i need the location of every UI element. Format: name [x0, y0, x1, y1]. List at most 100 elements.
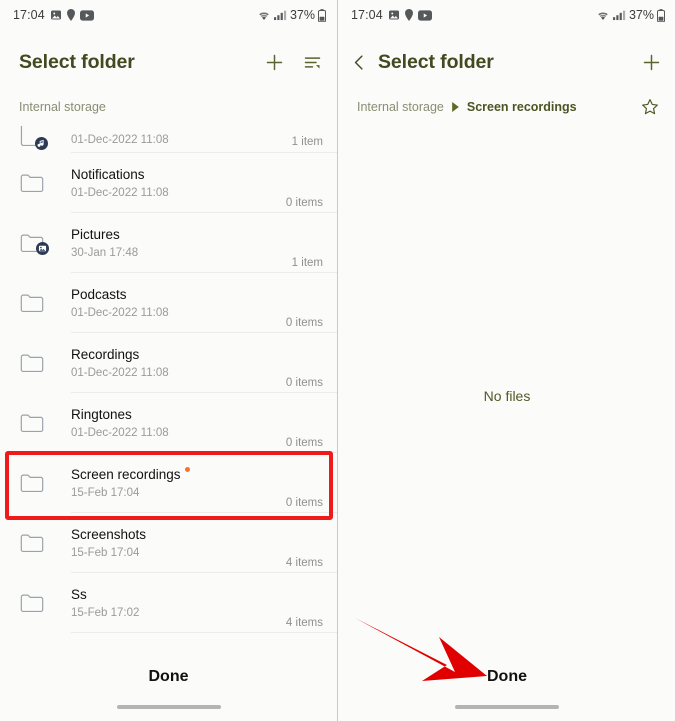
app-bar-actions-left [264, 52, 323, 73]
folder-icon [19, 170, 62, 196]
folder-list-left[interactable]: 01-Dec-2022 11:08 1 item Notifications 0… [0, 122, 337, 633]
folder-item-count: 0 items [285, 317, 323, 329]
list-item[interactable]: Ringtones 01-Dec-2022 11:08 0 items [0, 393, 337, 453]
folder-icon [19, 590, 62, 616]
status-bar-left-group: 17:04 [13, 8, 94, 22]
add-folder-icon[interactable] [264, 52, 285, 73]
breadcrumb-current[interactable]: Screen recordings [467, 100, 577, 114]
status-bar-right-group-right: 37% [596, 8, 665, 22]
row-divider [71, 632, 337, 633]
breadcrumb-parent[interactable]: Internal storage [357, 100, 444, 114]
page-title-right: Select folder [378, 50, 494, 73]
folder-date: 01-Dec-2022 11:08 [71, 426, 169, 439]
status-bar-right: 17:04 37% [338, 0, 675, 30]
folder-item-count: 4 items [285, 557, 323, 569]
status-bar-left: 17:04 37% [0, 0, 337, 30]
app-bar-actions-right [641, 52, 662, 73]
list-item-text: Ss 15-Feb 17:02 [62, 586, 278, 621]
add-folder-icon[interactable] [641, 52, 662, 73]
battery-icon [657, 8, 665, 22]
folder-item-count: 4 items [285, 617, 323, 629]
folder-name: Screenshots [71, 526, 147, 542]
storage-label-row: Internal storage [0, 92, 337, 122]
gallery-icon [50, 9, 62, 21]
folder-icon [19, 290, 62, 316]
bottom-bar-left: Done [0, 655, 337, 721]
battery-percent-label: 37% [628, 8, 654, 22]
list-item[interactable]: Notifications 01-Dec-2022 11:08 0 items [0, 153, 337, 213]
folder-image-icon [19, 230, 62, 256]
list-item[interactable]: Screenshots 15-Feb 17:04 4 items [0, 513, 337, 573]
folder-name: Notifications [71, 166, 145, 182]
signal-icon [273, 9, 287, 21]
folder-item-count: 1 item [291, 136, 323, 148]
location-pin-icon [66, 9, 75, 21]
folder-date: 15-Feb 17:04 [71, 546, 140, 559]
folder-item-count: 0 items [285, 377, 323, 389]
folder-item-count: 0 items [285, 437, 323, 449]
folder-item-count: 1 item [291, 257, 323, 269]
wifi-icon [596, 9, 610, 21]
chevron-left-icon[interactable] [350, 53, 369, 72]
folder-date: 01-Dec-2022 11:08 [71, 134, 169, 146]
star-outline-icon[interactable] [640, 97, 660, 117]
wifi-icon [257, 9, 271, 21]
page-title-left: Select folder [19, 50, 135, 73]
app-bar-left: Select folder [0, 38, 337, 86]
signal-icon [612, 9, 626, 21]
folder-name: Pictures [71, 226, 120, 242]
folder-date: 01-Dec-2022 11:08 [71, 186, 169, 199]
empty-state-message: No files [483, 388, 531, 404]
list-item-text: Recordings 01-Dec-2022 11:08 [62, 346, 278, 381]
battery-icon [318, 8, 326, 22]
youtube-icon [79, 9, 94, 21]
triangle-right-icon [451, 102, 460, 112]
list-item[interactable]: Ss 15-Feb 17:02 4 items [0, 573, 337, 633]
folder-date: 15-Feb 17:02 [71, 606, 140, 619]
bottom-bar-right: Done [338, 655, 675, 721]
screenshot-stage: 17:04 37% Select folder Internal storage… [0, 0, 675, 721]
folder-date: 15-Feb 17:04 [71, 486, 140, 499]
sort-icon[interactable] [302, 52, 323, 73]
battery-percent-label: 37% [289, 8, 315, 22]
folder-music-icon [19, 126, 62, 150]
folder-item-count: 0 items [285, 497, 323, 509]
list-item-text: Pictures 30-Jan 17:48 [62, 226, 284, 261]
breadcrumb: Internal storage Screen recordings [338, 92, 675, 122]
folder-name: Podcasts [71, 286, 127, 302]
status-bar-clock: 17:04 [351, 8, 383, 22]
right-phone-screen: 17:04 37% Select folder Internal storage… [338, 0, 675, 721]
status-bar-right-group: 37% [257, 8, 326, 22]
app-bar-right: Select folder [338, 38, 675, 86]
folder-name: Recordings [71, 346, 140, 362]
folder-name: Screen recordings [71, 466, 190, 483]
list-item[interactable]: Podcasts 01-Dec-2022 11:08 0 items [0, 273, 337, 333]
folder-name: Ss [71, 586, 87, 602]
status-bar-left-group-right: 17:04 [351, 8, 432, 22]
list-item-text: Podcasts 01-Dec-2022 11:08 [62, 286, 278, 321]
status-bar-clock: 17:04 [13, 8, 45, 22]
list-item[interactable]: 01-Dec-2022 11:08 1 item [0, 122, 337, 153]
list-item[interactable]: Recordings 01-Dec-2022 11:08 0 items [0, 333, 337, 393]
list-item[interactable]: Pictures 30-Jan 17:48 1 item [0, 213, 337, 273]
list-item-text: Ringtones 01-Dec-2022 11:08 [62, 406, 278, 441]
list-item[interactable]: Screen recordings 15-Feb 17:04 0 items [0, 453, 337, 513]
list-item-text: Screen recordings 15-Feb 17:04 [62, 466, 278, 501]
list-item-text: Screenshots 15-Feb 17:04 [62, 526, 278, 561]
folder-item-count: 0 items [285, 197, 323, 209]
internal-storage-label[interactable]: Internal storage [19, 100, 106, 114]
list-item-text: 01-Dec-2022 11:08 [62, 132, 284, 148]
location-pin-icon [404, 9, 413, 21]
done-button-left[interactable]: Done [0, 668, 337, 686]
left-phone-screen: 17:04 37% Select folder Internal storage… [0, 0, 337, 721]
folder-date: 01-Dec-2022 11:08 [71, 366, 169, 379]
folder-icon [19, 410, 62, 436]
youtube-icon [417, 9, 432, 21]
folder-icon [19, 350, 62, 376]
folder-date: 30-Jan 17:48 [71, 246, 139, 259]
new-badge-dot [184, 466, 190, 472]
done-button-right[interactable]: Done [338, 668, 675, 686]
folder-date: 01-Dec-2022 11:08 [71, 306, 169, 319]
home-indicator-left[interactable] [116, 705, 221, 709]
home-indicator-right[interactable] [455, 705, 559, 709]
